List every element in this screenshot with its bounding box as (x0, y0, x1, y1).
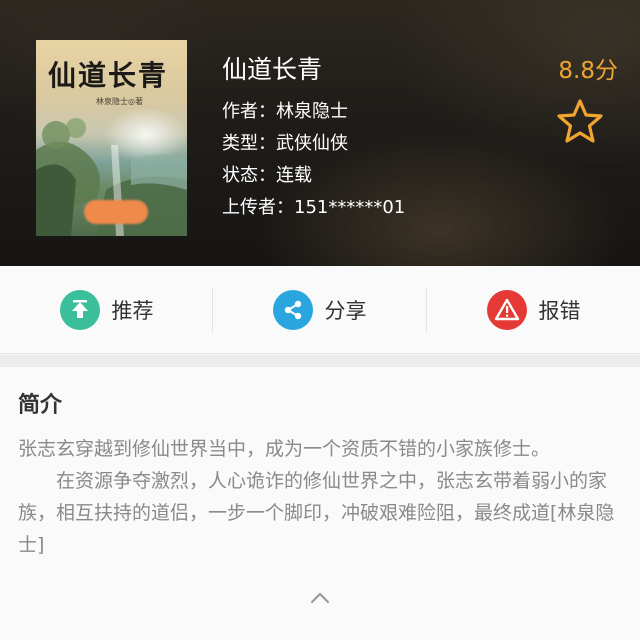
intro-text[interactable]: 张志玄穿越到修仙世界当中，成为一个资质不错的小家族修士。 在资源争夺激烈，人心诡… (18, 433, 624, 561)
share-button[interactable]: 分享 (213, 266, 426, 354)
book-uploader: 上传者：151******01 (222, 197, 406, 218)
section-gap (0, 355, 640, 367)
intro-heading: 简介 (18, 393, 63, 418)
book-info: 仙道长青 作者：林泉隐士 类型：武侠仙侠 状态：连载 上传者：151******… (222, 54, 405, 224)
book-score: 8.8分 (558, 58, 618, 84)
warning-icon (486, 290, 527, 330)
book-cover[interactable]: 仙道长青 林泉隐士◎著 (36, 40, 187, 236)
report-error-button[interactable]: 报错 (427, 266, 640, 354)
book-header: 仙道长青 林泉隐士◎著 仙道长青 作者：林泉隐士 类型：武侠仙侠 状态：连载 上… (0, 0, 640, 266)
share-label: 分享 (324, 299, 367, 323)
cover-title: 仙道长青 (48, 59, 169, 92)
cover-redaction (84, 200, 148, 224)
book-status: 状态：连载 (222, 165, 312, 186)
chevron-up-icon[interactable] (309, 590, 331, 604)
up-arrow-icon (59, 290, 100, 330)
favorite-star-icon[interactable] (553, 98, 607, 144)
intro-paragraph: 在资源争夺激烈，人心诡诈的修仙世界之中，张志玄带着弱小的家族，相互扶持的道侣，一… (18, 470, 615, 556)
cover-author: 林泉隐士◎著 (96, 97, 143, 106)
recommend-label: 推荐 (111, 299, 154, 323)
book-genre: 类型：武侠仙侠 (222, 133, 348, 154)
book-title: 仙道长青 (222, 55, 323, 84)
share-icon (272, 290, 313, 330)
report-error-label: 报错 (538, 299, 581, 323)
intro-paragraph: 张志玄穿越到修仙世界当中，成为一个资质不错的小家族修士。 (18, 438, 551, 460)
book-author: 作者：林泉隐士 (222, 101, 348, 122)
action-bar: 推荐 分享 报错 (0, 266, 640, 354)
recommend-button[interactable]: 推荐 (0, 266, 213, 354)
